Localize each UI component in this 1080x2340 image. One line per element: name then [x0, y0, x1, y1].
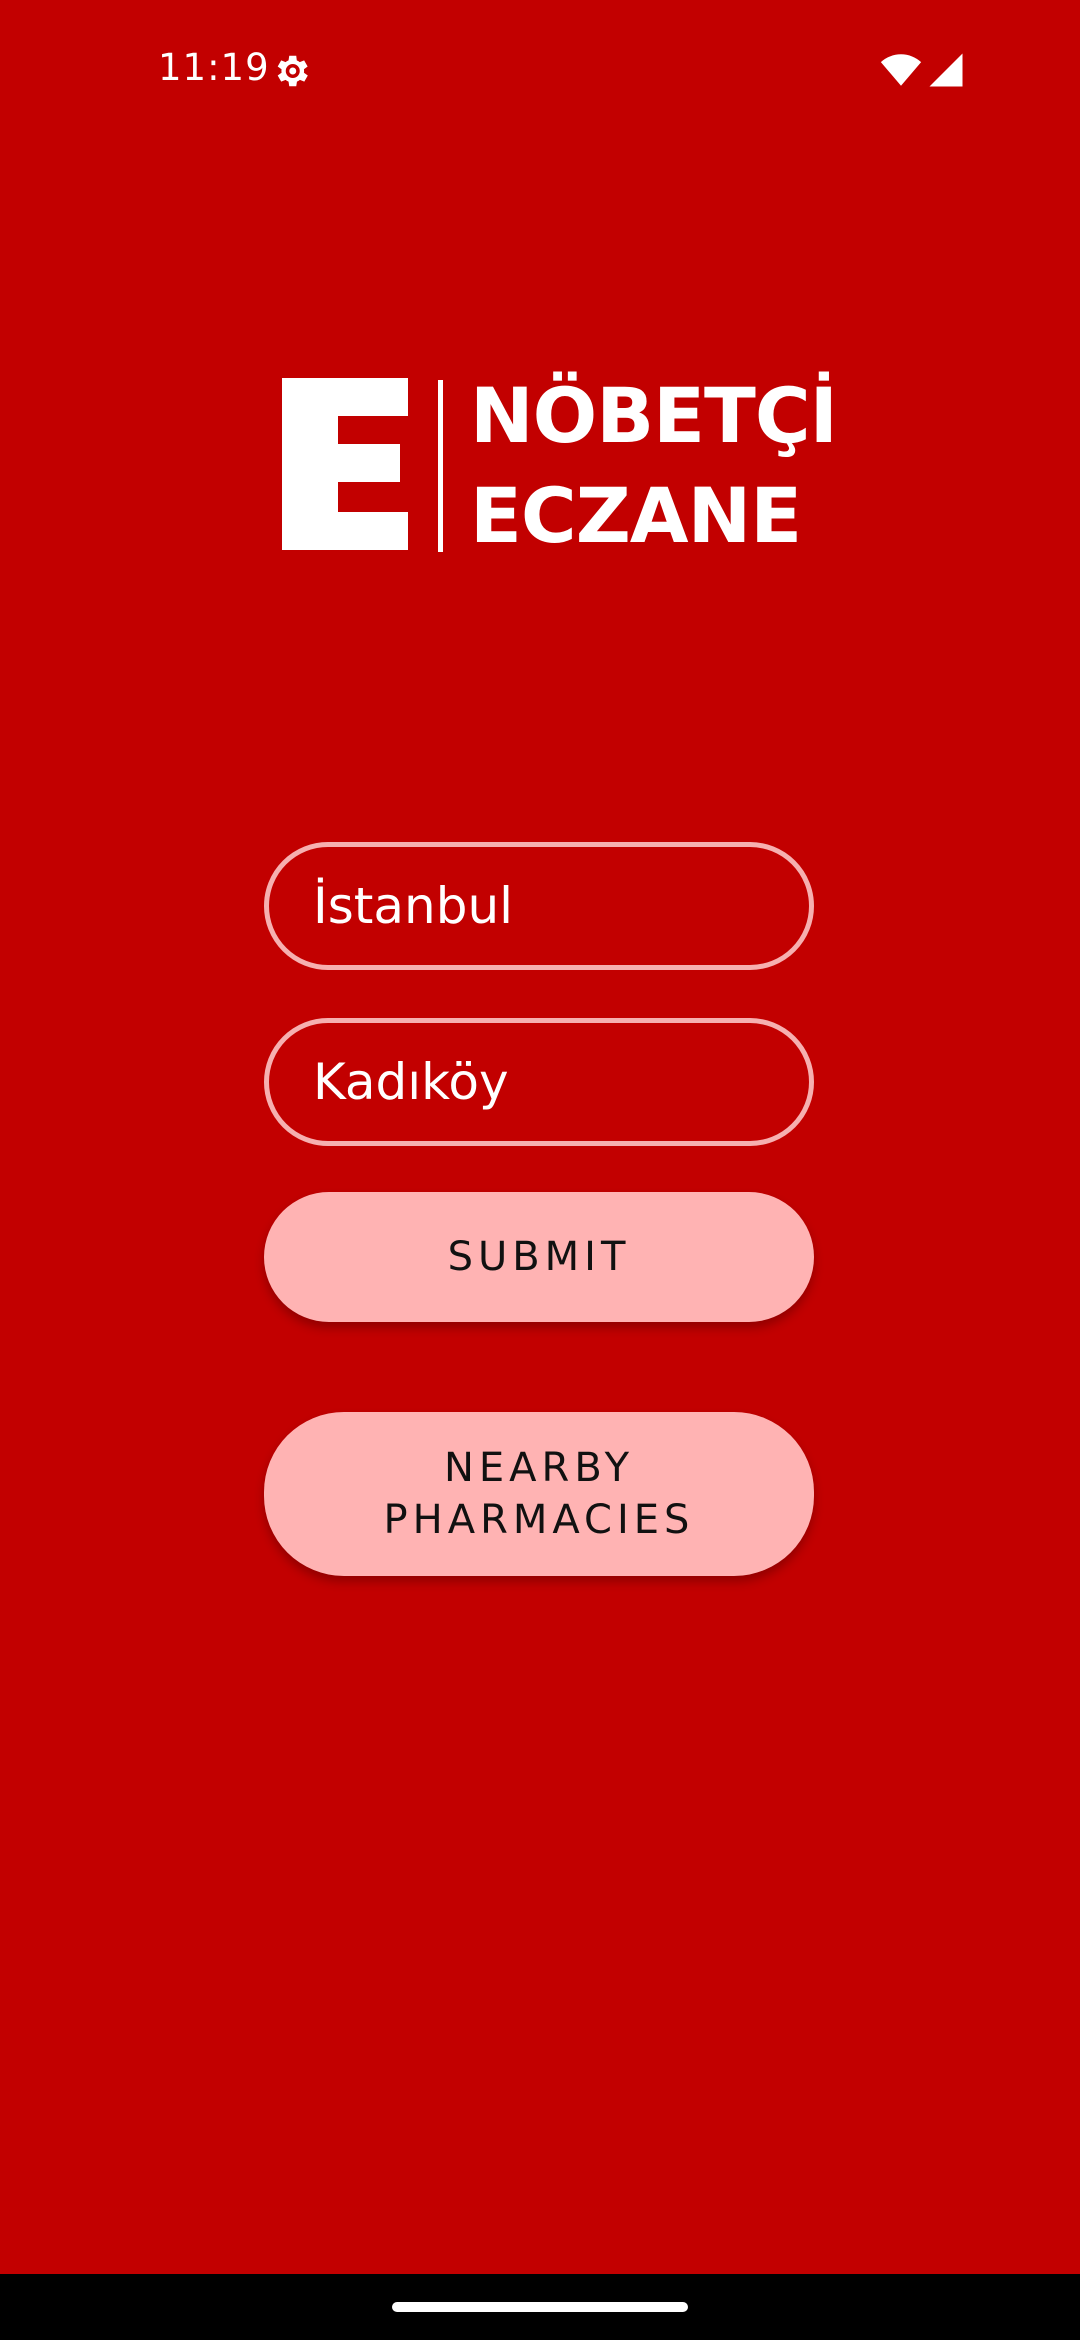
nearby-button-label-line1: NEARBY — [443, 1445, 635, 1491]
logo-text-line2: ECZANE — [470, 471, 802, 560]
logo-divider — [438, 380, 443, 552]
status-bar: 11:19 — [0, 0, 1080, 140]
gear-icon — [277, 55, 308, 87]
district-field-value: Kadıköy — [313, 1053, 509, 1111]
submit-button[interactable]: SUBMIT — [264, 1192, 814, 1322]
home-gesture-handle[interactable] — [392, 2302, 688, 2312]
city-field-value: İstanbul — [313, 877, 514, 935]
app-logo: E NÖBETÇİ ECZANE — [282, 370, 838, 560]
status-time: 11:19 — [158, 46, 270, 89]
nearby-button-label-line2: PHARMACIES — [383, 1497, 695, 1543]
submit-button-label: SUBMIT — [447, 1234, 631, 1280]
nearby-pharmacies-button[interactable]: NEARBY PHARMACIES — [264, 1412, 814, 1576]
city-field[interactable]: İstanbul — [264, 842, 814, 970]
district-field[interactable]: Kadıköy — [264, 1018, 814, 1146]
signal-icon — [929, 53, 963, 87]
logo-text-line1: NÖBETÇİ — [470, 371, 838, 460]
logo-mark: E — [282, 378, 408, 550]
wifi-icon — [880, 54, 922, 86]
navigation-bar — [0, 2274, 1080, 2340]
